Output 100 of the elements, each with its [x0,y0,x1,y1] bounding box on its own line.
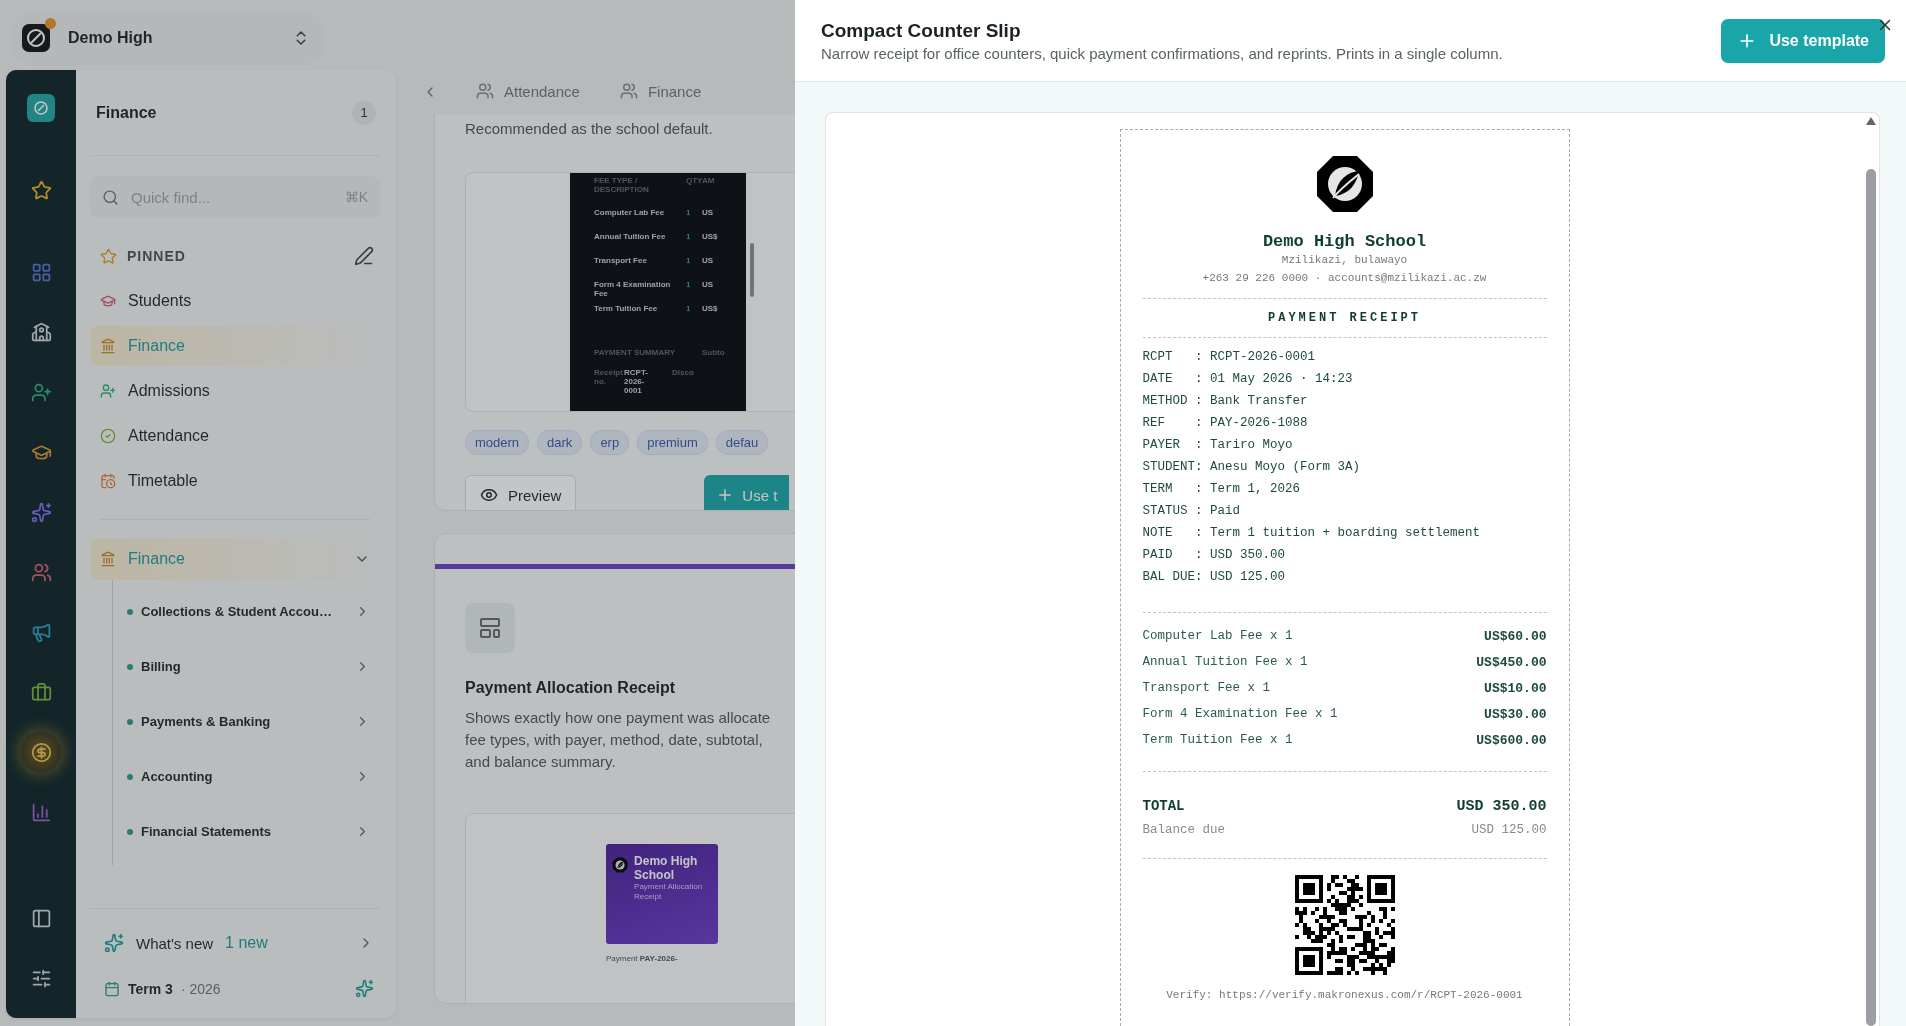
preview-text: 1 [686,208,692,217]
nav-subitem[interactable]: Collections & Student Accou… [113,584,380,639]
card-description: Shows exactly how one payment was allocate fee types, with payer, method, date, subtotal, and balance summary. [465,708,772,773]
school-logo-icon [1314,154,1375,214]
search-icon [102,188,119,206]
add-user-icon [100,383,116,399]
preview-text: Payment Allocation Receipt [634,882,704,903]
tag: premium [637,430,708,455]
school-name: Demo High School [1262,232,1427,251]
nav-subitem[interactable]: Accounting [113,749,380,804]
app-logo-icon[interactable] [27,94,55,122]
field-label: PAYER [1142,438,1181,452]
field-label: BAL DUE [1142,570,1195,584]
field-value: Term 1, 2026 [1210,482,1300,496]
preview-text: 1 [686,280,692,289]
users-icon [476,82,494,100]
scrollbar[interactable] [1865,117,1877,1026]
nav-item[interactable]: Students [90,281,380,321]
layout-icon [465,603,515,654]
field-value: Tariro Moyo [1210,438,1293,452]
field-label: METHOD [1142,394,1189,408]
balance-amount: USD 125.00 [1471,823,1547,837]
nav-subitem[interactable]: Payments & Banking [113,694,380,749]
field-label: DATE [1142,372,1174,386]
line-amount: US$10.00 [1484,680,1547,696]
nav-subitem[interactable]: Financial Statements [113,804,380,859]
preview-text: QTY [686,176,702,185]
field-value: Term 1 tuition + boarding settlement [1210,526,1481,540]
whats-new-link[interactable]: What's new 1 new [104,933,374,953]
field-value: RCPT-2026-0001 [1210,350,1316,364]
field-label: PAID [1142,548,1174,562]
tag: modern [465,430,530,455]
users-icon [619,82,638,100]
term-label: Term 3 [128,980,173,997]
scroll-up-icon[interactable] [1866,117,1876,125]
preview-text: AM [702,176,716,185]
preview-text: Form 4 Examination Fee [594,280,672,298]
section-label: PINNED [127,248,187,264]
sidebar-title: Finance [96,103,157,122]
field-separator: : [1195,482,1204,496]
count-badge: 1 [352,100,376,125]
field-separator: : [1195,548,1204,562]
template-preview[interactable]: Demo High School Payment Allocation Receipt Payment PAY-2026- [465,813,795,1003]
preview-text: US [702,256,715,265]
field-separator: : [1195,372,1204,386]
sparkles-icon [104,933,124,953]
preview-text: Disco [672,368,695,377]
sparkles-icon[interactable] [355,979,374,998]
total-amount: USD 350.00 [1456,797,1547,815]
nav-item[interactable]: Timetable [90,461,380,501]
preview-text: US$ [702,304,719,313]
calendar-icon [104,980,120,997]
preview-text: Receipt no. [594,368,624,386]
search-input[interactable]: Quick find... [129,187,335,207]
nav-item[interactable]: Admissions [90,371,380,411]
field-value: Anesu Moyo (Form 3A) [1210,460,1361,474]
preview-button[interactable]: Preview [465,475,577,511]
total-label: TOTAL [1142,798,1185,814]
card-title: Payment Allocation Receipt [465,679,677,698]
field-separator: : [1195,504,1204,518]
field-label: RCPT [1142,350,1174,364]
field-value: USD 125.00 [1210,570,1285,584]
preview-text: Transport Fee [594,256,648,265]
template-preview[interactable]: FEE TYPE / DESCRIPTION QTYAM Computer Lab Fee 1 US Annual Tuition Fee 1 US$ Transport Fee 1 US Form 4 Examination Fee 1 US Term Tuition Fee 1 US$ PAYMENT SUMMARY Subto Receipt no. RCPT-2026-0001 Disco [465,172,795,412]
field-label: STUDENT [1142,460,1195,474]
line-amount: US$450.00 [1476,654,1547,670]
nav-item[interactable]: Attendance [90,416,380,456]
preview-text: Annual Tuition Fee [594,232,667,241]
balance-label: Balance due [1142,823,1225,837]
field-separator: : [1195,570,1204,584]
preview-text: 1 [686,304,692,313]
star-icon [100,247,117,265]
field-value: Bank Transfer [1210,394,1308,408]
field-separator: : [1195,350,1204,364]
preview-text: FEE TYPE / DESCRIPTION [594,176,650,194]
field-label: NOTE [1142,526,1174,540]
dollar-icon[interactable] [21,732,61,772]
field-separator: : [1195,394,1204,408]
preview-text: US$ [702,232,719,241]
field-value: Paid [1210,504,1240,518]
line-amount: US$60.00 [1484,628,1547,644]
preview-text: 1 [686,256,692,265]
eye-icon [480,486,498,504]
card-description: Recommended as the school default. [465,119,714,139]
workspace-name: Demo High [68,29,154,47]
nav-subitem[interactable]: Billing [113,639,380,694]
field-separator: : [1195,438,1204,452]
drawer-subtitle: Narrow receipt for office counters, quick payment confirmations, and reprints. Prints in a single column. [821,44,1504,62]
line-amount: US$600.00 [1476,732,1547,748]
edit-icon[interactable] [354,246,374,266]
term-year: · 2026 [180,980,222,997]
field-value: 01 May 2026 · 14:23 [1210,372,1353,386]
school-address: Mzilikazi, bulawayo [1281,254,1408,266]
bank-icon [100,338,116,354]
preview-text: PAYMENT SUMMARY [594,348,677,357]
field-separator: : [1195,526,1204,540]
line-item: Term Tuition Fee x 1 [1142,733,1293,747]
preview-text: US [702,280,715,289]
line-item: Computer Lab Fee x 1 [1142,629,1293,643]
tag: erp [590,430,630,455]
